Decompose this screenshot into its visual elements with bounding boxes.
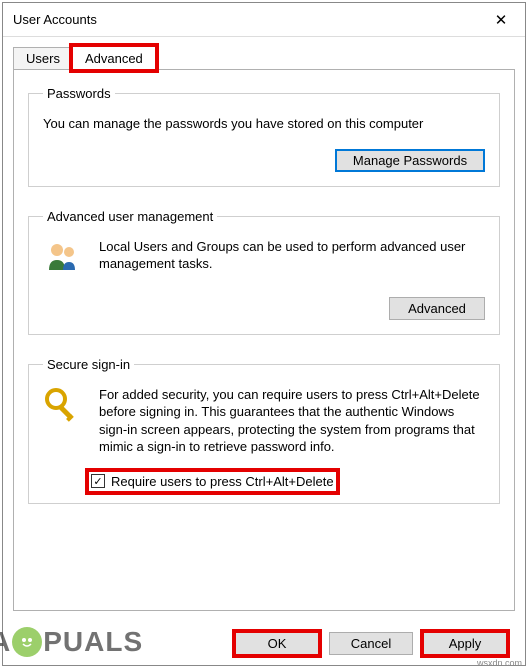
advanced-button[interactable]: Advanced xyxy=(389,297,485,320)
checkbox-icon: ✓ xyxy=(91,474,105,488)
titlebar: User Accounts ✕ xyxy=(3,3,525,37)
tab-panel-advanced: Passwords You can manage the passwords y… xyxy=(13,69,515,611)
secure-checkbox-row[interactable]: ✓ Require users to press Ctrl+Alt+Delete xyxy=(91,474,334,489)
passwords-desc: You can manage the passwords you have st… xyxy=(43,115,485,133)
cancel-button[interactable]: Cancel xyxy=(329,632,413,655)
dialog-footer: OK Cancel Apply xyxy=(235,632,507,655)
passwords-legend: Passwords xyxy=(43,86,115,101)
aum-desc: Local Users and Groups can be used to pe… xyxy=(99,238,485,273)
manage-passwords-button[interactable]: Manage Passwords xyxy=(335,149,485,172)
user-accounts-window: User Accounts ✕ Users Advanced Passwords… xyxy=(2,2,526,666)
secure-signin-group: Secure sign-in For added security, you c… xyxy=(28,357,500,504)
users-icon xyxy=(43,238,87,281)
passwords-group: Passwords You can manage the passwords y… xyxy=(28,86,500,187)
close-button[interactable]: ✕ xyxy=(479,5,523,35)
secure-checkbox-label: Require users to press Ctrl+Alt+Delete xyxy=(111,474,334,489)
key-icon xyxy=(43,386,87,429)
tab-strip: Users Advanced xyxy=(13,45,515,70)
tab-users[interactable]: Users xyxy=(13,47,73,70)
advanced-user-mgmt-group: Advanced user management Local Users and… xyxy=(28,209,500,335)
secure-legend: Secure sign-in xyxy=(43,357,134,372)
tab-advanced[interactable]: Advanced xyxy=(72,46,156,70)
close-icon: ✕ xyxy=(495,11,508,29)
ok-button[interactable]: OK xyxy=(235,632,319,655)
aum-legend: Advanced user management xyxy=(43,209,217,224)
window-title: User Accounts xyxy=(13,12,97,27)
apply-button[interactable]: Apply xyxy=(423,632,507,655)
secure-desc: For added security, you can require user… xyxy=(99,386,485,456)
